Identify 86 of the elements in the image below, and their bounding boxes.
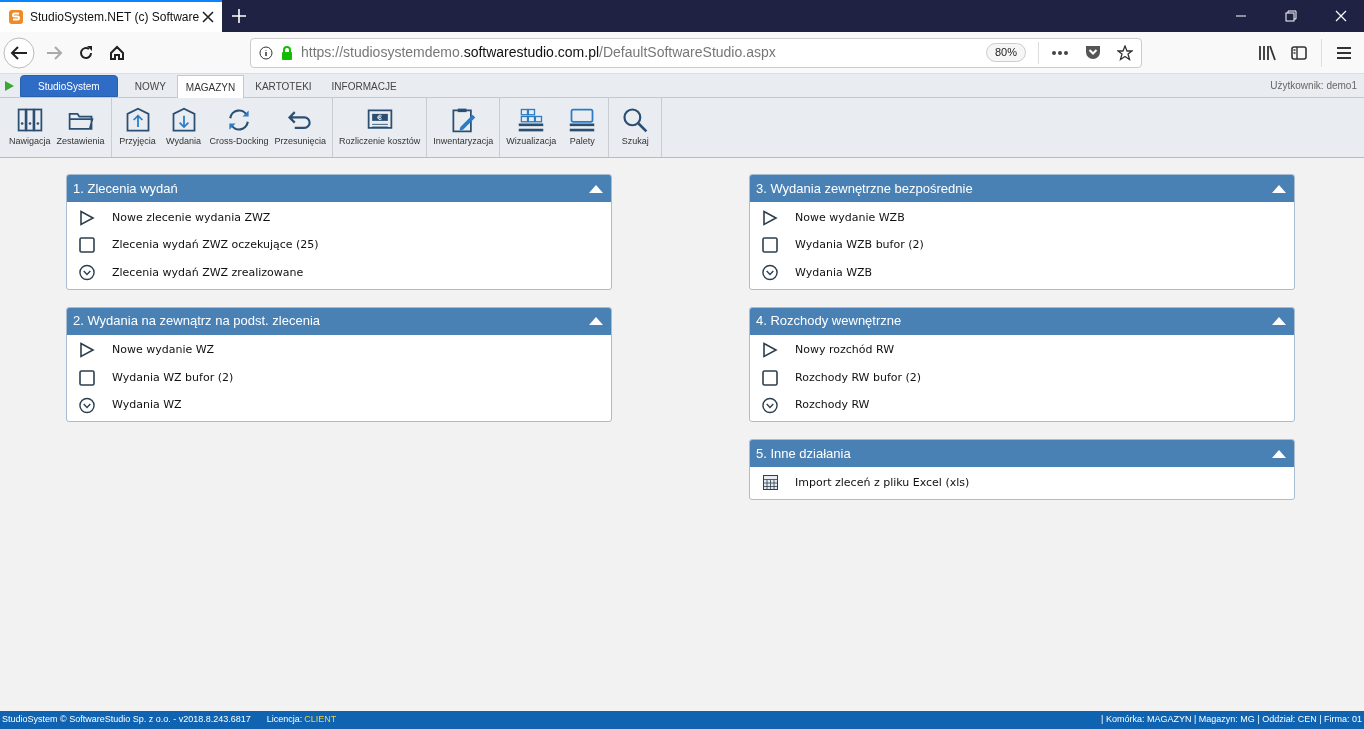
ribbon-button[interactable]: Przesunięcia: [271, 98, 330, 157]
boxes-icon: [517, 106, 546, 134]
browser-tab[interactable]: StudioSystem.NET (c) Software: [0, 0, 222, 32]
star-icon[interactable]: [1117, 44, 1133, 61]
panel-link[interactable]: Zlecenia wydań ZWZ oczekujące (25): [67, 231, 611, 259]
collapse-icon[interactable]: [589, 317, 603, 325]
panel-header[interactable]: 1. Zlecenia wydań: [67, 175, 611, 202]
panel-link[interactable]: Zlecenia wydań ZWZ zrealizowane: [67, 259, 611, 287]
more-icon[interactable]: [1051, 49, 1069, 56]
panel-link[interactable]: Nowe wydanie WZB: [750, 204, 1294, 232]
square-icon: [762, 369, 778, 386]
address-bar[interactable]: https://studiosystemdemo.softwarestudio.com.pl/DefaultSoftwareStudio.aspx 80%: [250, 37, 1142, 68]
ribbon-button[interactable]: Przyjęcia: [114, 98, 161, 157]
pocket-icon[interactable]: [1085, 45, 1101, 60]
collapse-icon[interactable]: [1272, 184, 1286, 193]
lock-icon: [281, 45, 293, 60]
square-icon: [79, 237, 95, 254]
ribbon-button[interactable]: Wydania: [160, 98, 207, 157]
binders-icon: [15, 106, 44, 134]
ribbon-button[interactable]: Nawigacja: [6, 98, 54, 157]
panel-title: 1. Zlecenia wydań: [73, 179, 179, 198]
panel-title: 4. Rozchody wewnętrzne: [756, 312, 903, 331]
panel-header[interactable]: 5. Inne działania: [750, 440, 1294, 467]
chevron-circle-icon: [79, 396, 95, 414]
play-icon: [762, 209, 778, 226]
panel-header[interactable]: 2. Wydania na zewnątrz na podst. zlecenia: [67, 307, 611, 335]
play-icon: [79, 342, 95, 359]
collapse-icon[interactable]: [1272, 317, 1286, 325]
context-info: | Komórka: MAGAZYN | Magazyn: MG | Oddział: CEN | Firma: 01: [1101, 713, 1362, 727]
ribbon-button[interactable]: Rozliczenie kosztów: [336, 98, 424, 157]
play-icon[interactable]: [4, 79, 15, 92]
play-icon: [762, 342, 778, 359]
new-tab-icon[interactable]: [231, 8, 247, 24]
license-value: CLIENT: [304, 713, 337, 727]
panel-link[interactable]: Rozchody RW: [750, 391, 1294, 419]
ribbon-button[interactable]: Palety: [559, 98, 606, 157]
app-menu-button[interactable]: StudioSystem: [20, 75, 118, 97]
panel-link[interactable]: Nowy rozchód RW: [750, 336, 1294, 364]
ribbon-tab[interactable]: MAGAZYN: [176, 75, 245, 98]
chevron-circle-icon: [762, 396, 778, 414]
panel-title: 5. Inne działania: [756, 444, 852, 463]
library-icon[interactable]: [1258, 44, 1276, 61]
pallet-icon: [568, 106, 597, 134]
panel-link[interactable]: Wydania WZ bufor (2): [67, 364, 611, 392]
square-icon: [79, 369, 95, 386]
ribbon-tab[interactable]: INFORMACJE: [322, 75, 406, 97]
panel-link[interactable]: Nowe zlecenie wydania ZWZ: [67, 204, 611, 232]
info-icon[interactable]: [259, 45, 273, 60]
spreadsheet-icon: [762, 475, 778, 491]
search-icon: [621, 106, 650, 134]
ribbon-button[interactable]: Inwentaryzacja: [430, 98, 497, 157]
s-logo-icon: [8, 9, 24, 25]
ribbon-button[interactable]: Szukaj: [612, 98, 659, 157]
user-label: Użytkownik: demo1: [1270, 79, 1357, 93]
panel-title: 3. Wydania zewnętrzne bezpośrednie: [756, 179, 974, 198]
url-text: https://studiosystemdemo.softwarestudio.com.pl/DefaultSoftwareStudio.aspx: [301, 43, 776, 62]
menu-icon[interactable]: [1336, 45, 1352, 60]
panel-link[interactable]: Rozchody RW bufor (2): [750, 364, 1294, 392]
ribbon-button[interactable]: Zestawienia: [53, 98, 108, 157]
ribbon-tab[interactable]: KARTOTEKI: [246, 75, 321, 97]
ribbon-button[interactable]: Wizualizacja: [503, 98, 560, 157]
panel-header[interactable]: 3. Wydania zewnętrzne bezpośrednie: [750, 175, 1294, 202]
panel-link[interactable]: Wydania WZB bufor (2): [750, 231, 1294, 259]
panel-link[interactable]: Wydania WZB: [750, 259, 1294, 287]
back-icon[interactable]: [3, 36, 35, 69]
home-icon[interactable]: [109, 44, 125, 61]
chevron-circle-icon: [762, 264, 778, 282]
license-label: Licencja:: [266, 713, 303, 727]
copyright-text: StudioSystem © SoftwareStudio Sp. z o.o. - v2018.8.243.6817: [2, 713, 251, 727]
panel-link[interactable]: Nowe wydanie WZ: [67, 336, 611, 364]
panel-header[interactable]: 4. Rozchody wewnętrzne: [750, 307, 1294, 335]
sidebar-icon[interactable]: [1291, 44, 1307, 61]
restore-icon[interactable]: [1285, 10, 1297, 22]
chevron-circle-icon: [79, 264, 95, 282]
ribbon-tab[interactable]: NOWY: [125, 75, 175, 97]
zoom-badge[interactable]: 80%: [985, 43, 1026, 62]
collapse-icon[interactable]: [589, 184, 603, 193]
panel-title: 2. Wydania na zewnątrz na podst. zlecenia: [73, 312, 322, 331]
ribbon-button[interactable]: Cross-Docking: [206, 98, 272, 157]
reload-icon[interactable]: [78, 44, 94, 61]
square-icon: [762, 237, 778, 254]
panel-link[interactable]: Wydania WZ: [67, 391, 611, 419]
panel-link[interactable]: Import zleceń z pliku Excel (xls): [750, 469, 1294, 497]
close-icon[interactable]: [202, 11, 214, 23]
collapse-icon[interactable]: [1272, 449, 1286, 458]
play-icon: [79, 209, 95, 226]
